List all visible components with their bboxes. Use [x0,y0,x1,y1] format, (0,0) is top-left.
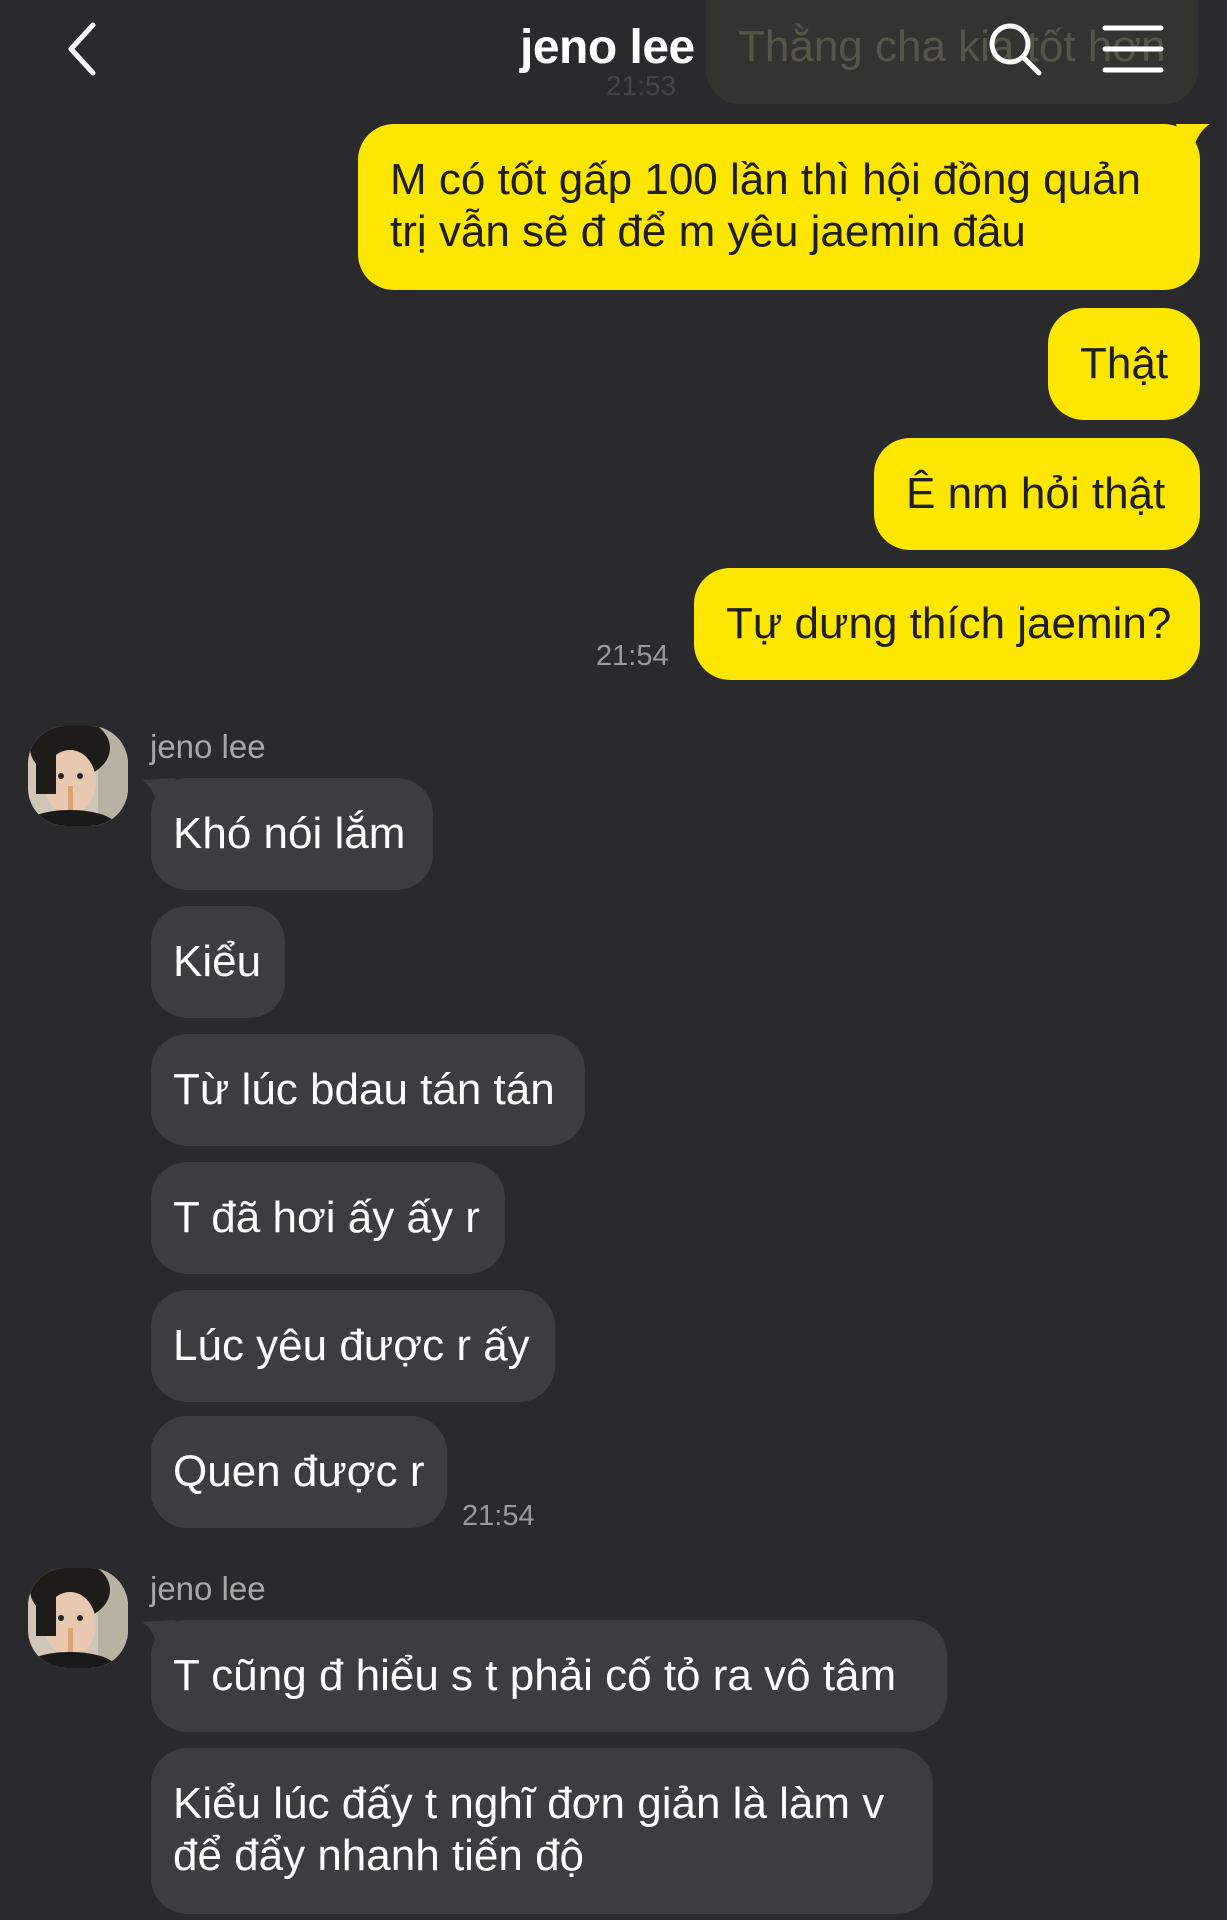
chat-header: jeno lee [0,0,1227,110]
message-text: Kiểu [173,937,262,986]
avatar[interactable] [28,1568,128,1668]
my-message-bubble[interactable]: Tự dưng thích jaemin? [694,568,1200,680]
menu-button[interactable] [1096,14,1170,84]
message-text: Ê nm hỏi thật [906,469,1166,518]
chat-screen: Thằng cha kia tốt hơn 21:53 jeno lee M c… [0,0,1227,1920]
message-text: trị vẫn sẽ đ để m yêu jaemin đâu [390,207,1026,256]
my-message-bubble[interactable]: Ê nm hỏi thật [874,438,1200,550]
their-message-bubble[interactable]: Kiểu [151,906,285,1018]
sender-name: jeno lee [150,728,266,765]
message-text: T cũng đ hiểu s t phải cố tỏ ra vô tâm [173,1651,897,1700]
sender-name: jeno lee [150,1570,266,1607]
their-message-bubble[interactable]: Từ lúc bdau tán tán [151,1034,585,1146]
message-text: Quen được r [173,1447,425,1496]
their-message-bubble[interactable]: T đã hơi ấy ấy r [151,1162,505,1274]
message-time: 21:54 [596,640,669,672]
message-text: Thật [1080,339,1169,388]
their-message-bubble[interactable]: Quen được r [151,1416,447,1528]
bubble-tail [1176,124,1210,164]
message-text: M có tốt gấp 100 lần thì hội đồng quản [390,155,1142,204]
my-message-bubble[interactable]: Thật [1048,308,1200,420]
chevron-left-icon [68,22,96,76]
message-text: Kiểu lúc đấy t nghĩ đơn giản là làm v [173,1779,885,1828]
message-text: Khó nói lắm [173,809,406,858]
message-text: Từ lúc bdau tán tán [173,1065,555,1114]
message-text: T đã hơi ấy ấy r [173,1193,480,1242]
chat-title: jeno lee [520,21,695,74]
their-message-bubble[interactable]: Lúc yêu được r ấy [151,1290,555,1402]
their-message-bubble[interactable]: T cũng đ hiểu s t phải cố tỏ ra vô tâm [151,1620,947,1732]
avatar[interactable] [28,726,128,826]
search-icon [989,23,1042,76]
avatar-photo [28,1568,128,1668]
menu-icon [1102,25,1164,73]
avatar-photo [28,726,128,826]
message-text: Tự dưng thích jaemin? [726,599,1172,648]
message-time: 21:54 [462,1500,535,1532]
my-message-bubble[interactable]: M có tốt gấp 100 lần thì hội đồng quản t… [358,124,1200,290]
search-button[interactable] [980,14,1050,84]
message-text: để đẩy nhanh tiến độ [173,1831,585,1880]
their-message-bubble[interactable]: Kiểu lúc đấy t nghĩ đơn giản là làm v để… [151,1748,933,1914]
message-text: Lúc yêu được r ấy [173,1321,530,1370]
back-button[interactable] [46,14,116,84]
their-message-bubble[interactable]: Khó nói lắm [151,778,433,890]
